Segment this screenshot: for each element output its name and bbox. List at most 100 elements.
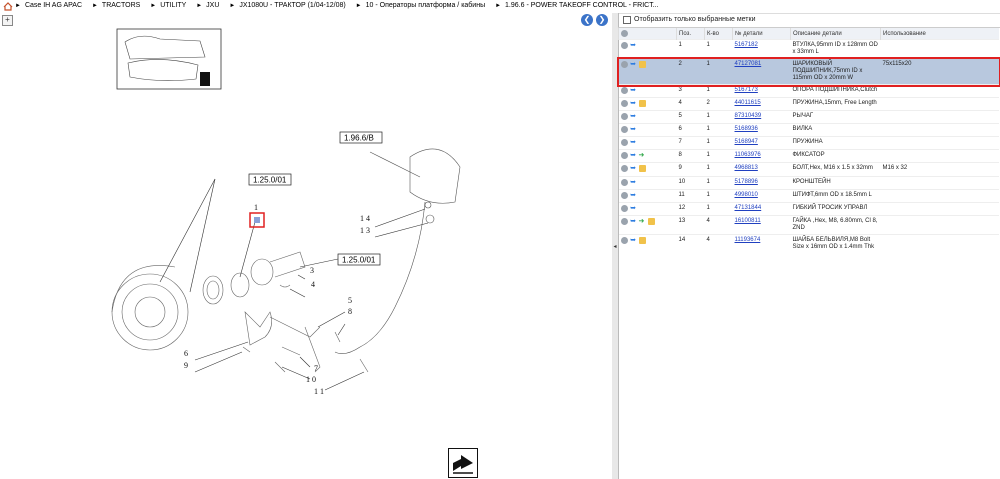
select-row-icon[interactable] [620, 113, 628, 121]
row-part-no[interactable]: 87310439 [732, 110, 791, 124]
select-row-icon[interactable] [620, 126, 628, 134]
package-icon[interactable] [647, 217, 655, 225]
select-row-icon[interactable] [620, 152, 628, 160]
table-row[interactable]: ➥ 5 1 87310439 РЫЧАГ [618, 110, 999, 124]
select-row-icon[interactable] [620, 178, 628, 186]
table-row[interactable]: ➥ 2 1 47127081 ШАРИКОВЫЙ ПОДШИПНИК,75mm ID x… [616, 56, 1000, 87]
clutch-housing-drawing [111, 251, 369, 373]
table-row[interactable]: ➥ 1 1 5167182 ВТУЛКА,95mm ID x 128mm OD x 33… [618, 39, 999, 59]
locate-in-diagram-icon[interactable]: ➥ [630, 237, 637, 244]
row-part-no[interactable]: 5178896 [732, 175, 791, 190]
table-row[interactable]: ➥ 3 1 5167173 ОПОРА ПОДШИПНИКА,Clutch [618, 83, 999, 98]
locate-in-diagram-icon[interactable]: ➥ [630, 113, 637, 120]
locate-in-diagram-icon[interactable]: ➥ [630, 100, 637, 107]
row-pos: 10 [676, 175, 705, 190]
package-icon[interactable] [638, 61, 646, 68]
row-part-no[interactable]: 5168947 [732, 136, 791, 150]
select-row-icon[interactable] [620, 236, 628, 244]
table-row[interactable]: ➥ 9 1 4968813 БОЛТ,Hex, M16 x 1.5 x 32mm M16 … [618, 162, 999, 177]
callout-label: 9 [184, 361, 188, 370]
ref-box-1-25-0-01-top[interactable]: 1.25.0/01 [248, 173, 292, 186]
row-pos: 14 [676, 233, 705, 253]
row-part-no[interactable]: 5167173 [732, 83, 791, 98]
zoom-in-button[interactable]: + [2, 15, 13, 26]
row-part-no[interactable]: 47127081 [732, 58, 791, 85]
row-usage [880, 136, 999, 150]
select-row-icon[interactable] [620, 42, 628, 49]
prev-page-button[interactable]: ❮ [581, 14, 593, 26]
table-row[interactable]: ➥ 12 1 47131844 ГИБКИЙ ТРОСИК УПРАВЛ [618, 201, 999, 216]
replacement-arrow-icon[interactable]: ➜ [639, 218, 646, 225]
col-part-no[interactable]: № детали [732, 28, 791, 40]
locate-in-diagram-icon[interactable]: ➥ [630, 152, 637, 159]
crumb-7[interactable]: 1.96.6 - POWER TAKEOFF CONTROL - FRICT..… [505, 2, 659, 9]
locate-in-diagram-icon[interactable]: ➥ [630, 218, 637, 225]
locate-in-diagram-icon[interactable]: ➥ [630, 87, 637, 94]
select-row-icon[interactable] [620, 217, 628, 225]
row-part-no[interactable]: 11063976 [732, 149, 791, 163]
callout-2-highlight[interactable] [249, 212, 265, 228]
ref-box-1-96-6b[interactable]: 1.96.6/B [339, 131, 383, 144]
next-page-button[interactable]: ❯ [596, 14, 608, 26]
table-row[interactable]: ➥ ➜ 8 1 11063976 ФИКСАТОР [618, 149, 999, 163]
row-part-no[interactable]: 4998010 [732, 188, 791, 203]
open-arrow-icon [453, 455, 473, 474]
row-part-no[interactable]: 16100811 [732, 214, 791, 235]
col-pos[interactable]: Поз. [676, 28, 705, 40]
select-row-icon[interactable] [620, 100, 628, 108]
select-row-icon[interactable] [620, 139, 628, 147]
select-row-icon[interactable] [620, 204, 628, 212]
locate-in-diagram-icon[interactable]: ➥ [630, 205, 637, 212]
row-part-no[interactable]: 47131844 [732, 201, 791, 216]
crumb-6[interactable]: 10 - Операторы платформа / кабины [366, 2, 486, 9]
locate-in-diagram-icon[interactable]: ➥ [630, 139, 637, 146]
table-row[interactable]: ➥ 7 1 5168947 ПРУЖИНА [618, 136, 999, 150]
row-icons: ➥ [618, 123, 677, 137]
select-row-icon[interactable] [620, 191, 628, 199]
table-row[interactable]: ➥ ➜ 13 4 16100811 ГАЙКА ,Hex, M8, 6.80mm, Cl … [618, 214, 999, 235]
locate-in-diagram-icon[interactable]: ➥ [630, 61, 637, 68]
callout-label: 8 [348, 307, 352, 316]
replacement-arrow-icon[interactable]: ➜ [639, 152, 646, 159]
crumb-1[interactable]: Case IH AG APAC [25, 2, 82, 9]
row-pos: 7 [676, 136, 705, 150]
locate-in-diagram-icon[interactable]: ➥ [630, 126, 637, 133]
crumb-5[interactable]: JX1080U - ТРАКТОР (1/04-12/08) [239, 2, 345, 9]
crumb-3[interactable]: UTILITY [160, 2, 186, 9]
col-usage[interactable]: Использование [880, 28, 999, 40]
locate-in-diagram-icon[interactable]: ➥ [630, 165, 637, 172]
table-row[interactable]: ➥ 6 1 5168936 ВИЛКА [618, 123, 999, 137]
row-part-no[interactable]: 4968813 [732, 162, 791, 177]
table-row[interactable]: ➥ 4 2 44011615 ПРУЖИНА,15mm, Free Length [618, 97, 999, 111]
row-pos: 4 [676, 97, 705, 111]
select-row-icon[interactable] [620, 87, 628, 94]
row-part-no[interactable]: 11193674 [732, 233, 791, 253]
thumbnail-overview[interactable] [116, 28, 222, 90]
locate-in-diagram-icon[interactable]: ➥ [630, 192, 637, 199]
col-description[interactable]: Описание детали [790, 28, 881, 40]
row-part-no[interactable]: 44011615 [732, 97, 791, 111]
select-row-icon[interactable] [620, 61, 628, 68]
home-icon[interactable] [3, 2, 13, 11]
crumb-4[interactable]: JXU [206, 2, 219, 9]
table-row[interactable]: ➥ 14 4 11193674 ШАЙБА БЕЛЬВИЛЯ,M8 Bolt Size … [618, 233, 999, 253]
package-icon[interactable] [638, 100, 646, 108]
show-selected-checkbox[interactable] [623, 16, 631, 24]
row-part-no[interactable]: 5168936 [732, 123, 791, 137]
ref-box-1-25-0-01-right[interactable]: 1.25.0/01 [337, 253, 381, 266]
row-qty: 1 [704, 188, 733, 203]
locate-in-diagram-icon[interactable]: ➥ [630, 42, 637, 49]
table-row[interactable]: ➥ 10 1 5178896 КРОНШТЕЙН [618, 175, 999, 190]
open-drawing-button[interactable] [448, 448, 478, 478]
col-qty[interactable]: К-во [704, 28, 733, 40]
crumb-2[interactable]: TRACTORS [102, 2, 140, 9]
package-icon[interactable] [638, 165, 646, 173]
package-icon[interactable] [638, 236, 646, 244]
row-part-no[interactable]: 5167182 [732, 39, 791, 59]
table-row[interactable]: ➥ 11 1 4998010 ШТИФТ,6mm OD x 18.5mm L [618, 188, 999, 203]
row-pos: 3 [676, 83, 705, 98]
locate-in-diagram-icon[interactable]: ➥ [630, 179, 637, 186]
crumb-arrow-icon: ► [91, 3, 98, 9]
select-all-icon[interactable] [618, 28, 677, 40]
select-row-icon[interactable] [620, 165, 628, 173]
